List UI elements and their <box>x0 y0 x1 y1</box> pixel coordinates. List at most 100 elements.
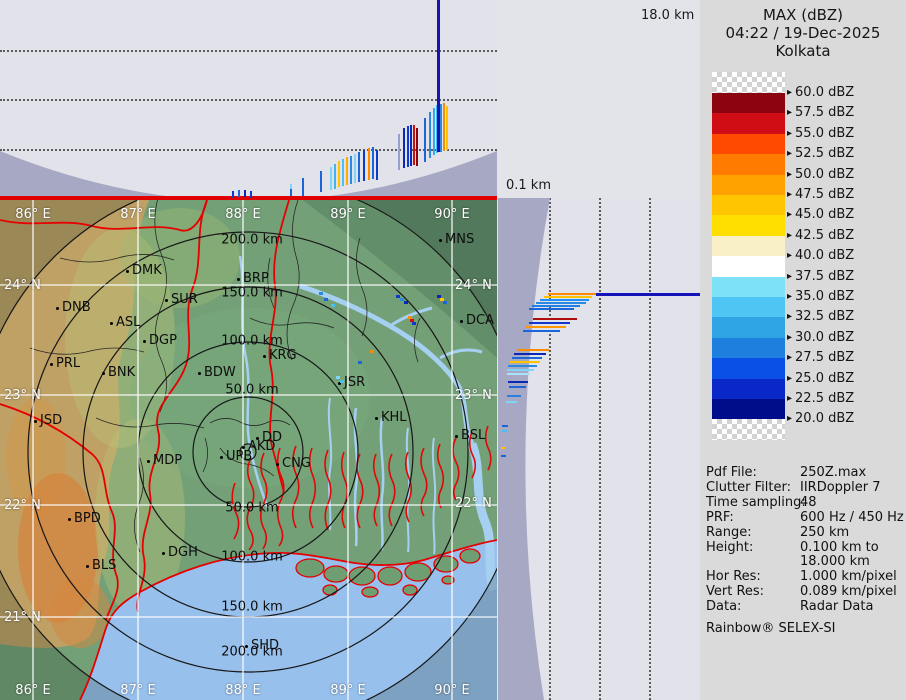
height-gridline <box>0 99 497 101</box>
legend-tick: ▸47.5 dBZ <box>787 187 854 202</box>
earth-curvature-wedge <box>498 198 700 700</box>
echo-column <box>410 125 412 166</box>
info-label: Hor Res: <box>706 570 800 585</box>
radar-map <box>0 198 497 700</box>
legend-tick: ▸45.0 dBZ <box>787 207 854 222</box>
tick-arrow-icon: ▸ <box>787 250 792 261</box>
title-block: MAX (dBZ) 04:22 / 19-Dec-2025 Kolkata <box>700 6 906 60</box>
echo-column <box>443 103 445 151</box>
tick-label: 45.0 dBZ <box>795 207 854 222</box>
radar-product-screen: 18.0 km 0.1 km <box>0 0 906 700</box>
side-height-axis-label: 0.1 km <box>506 178 551 193</box>
echo-row <box>529 322 570 324</box>
echo-row <box>544 296 592 298</box>
info-label: Time sampling: <box>706 496 800 511</box>
legend-tick: ▸42.5 dBZ <box>787 228 854 243</box>
echo-row <box>502 430 507 432</box>
echo-column <box>446 106 448 150</box>
top-cross-section-panel <box>0 0 497 198</box>
echo-row <box>508 365 537 367</box>
legend-tick: ▸50.0 dBZ <box>787 167 854 182</box>
echo-row <box>507 369 534 371</box>
echo-column <box>368 148 370 180</box>
product-datetime: 04:22 / 19-Dec-2025 <box>700 24 906 42</box>
echo-column <box>302 178 304 196</box>
max-echo-top-column <box>437 0 440 152</box>
info-value: 18.000 km <box>800 554 870 569</box>
info-value: 1.000 km/pixel <box>800 569 897 584</box>
info-value: IIRDoppler 7 <box>800 480 881 495</box>
legend-band <box>712 317 785 337</box>
tick-label: 47.5 dBZ <box>795 187 854 202</box>
legend-band <box>712 419 785 440</box>
tick-arrow-icon: ▸ <box>787 230 792 241</box>
legend-tick: ▸57.5 dBZ <box>787 105 854 120</box>
echo-column <box>342 159 344 186</box>
echo-row <box>533 318 577 320</box>
top-height-axis-label: 18.0 km <box>641 8 694 23</box>
tick-arrow-icon: ▸ <box>787 128 792 139</box>
echo-row <box>502 425 508 427</box>
info-value: 250Z.max <box>800 465 866 480</box>
legend-band <box>712 399 785 419</box>
legend-tick: ▸35.0 dBZ <box>787 289 854 304</box>
tick-arrow-icon: ▸ <box>787 107 792 118</box>
info-row: Clutter Filter:IIRDoppler 7 <box>706 481 904 496</box>
info-value: 0.089 km/pixel <box>800 584 897 599</box>
info-row: Vert Res:0.089 km/pixel <box>706 585 904 600</box>
echo-column <box>398 134 400 170</box>
echo-column <box>416 128 418 166</box>
tick-label: 57.5 dBZ <box>795 105 854 120</box>
tick-label: 35.0 dBZ <box>795 289 854 304</box>
echo-column <box>403 128 405 168</box>
height-gridline <box>0 149 497 151</box>
info-value: Radar Data <box>800 599 873 614</box>
legend-tick: ▸60.0 dBZ <box>787 85 854 100</box>
product-title: MAX (dBZ) <box>700 6 906 24</box>
echo-row <box>507 373 530 375</box>
station-name: Kolkata <box>700 42 906 60</box>
legend-band <box>712 195 785 215</box>
echo-column <box>413 125 415 165</box>
legend-tick: ▸20.0 dBZ <box>787 411 854 426</box>
tick-arrow-icon: ▸ <box>787 373 792 384</box>
echo-row <box>506 401 517 403</box>
echo-row <box>517 349 549 351</box>
echo-row <box>509 386 526 388</box>
echo-row <box>512 357 542 359</box>
info-label: Vert Res: <box>706 585 800 600</box>
tick-label: 27.5 dBZ <box>795 350 854 365</box>
legend-tick: ▸30.0 dBZ <box>787 330 854 345</box>
echo-row <box>532 305 580 307</box>
echo-column <box>440 104 442 152</box>
legend-band <box>712 256 785 276</box>
tick-label: 50.0 dBZ <box>795 167 854 182</box>
echo-column <box>358 152 360 182</box>
legend-tick: ▸37.5 dBZ <box>787 269 854 284</box>
echo-column <box>407 126 409 167</box>
info-rows: Pdf File:250Z.maxClutter Filter:IIRDoppl… <box>706 466 904 615</box>
tick-arrow-icon: ▸ <box>787 311 792 322</box>
echo-row <box>540 299 589 301</box>
echo-column <box>429 112 431 158</box>
info-label: Height: <box>706 541 800 556</box>
base-map-art <box>0 198 497 700</box>
echo-row <box>510 361 540 363</box>
info-label: Range: <box>706 526 800 541</box>
echo-column <box>350 156 352 184</box>
tick-arrow-icon: ▸ <box>787 393 792 404</box>
echo-column <box>330 167 332 190</box>
info-row: Time sampling:48 <box>706 496 904 511</box>
tick-label: 22.5 dBZ <box>795 391 854 406</box>
legend-band <box>712 134 785 154</box>
tick-label: 42.5 dBZ <box>795 228 854 243</box>
legend-tick: ▸27.5 dBZ <box>787 350 854 365</box>
echo-column <box>334 164 336 189</box>
tick-label: 32.5 dBZ <box>795 309 854 324</box>
legend-band <box>712 175 785 195</box>
echo-row <box>508 381 528 383</box>
legend-band <box>712 236 785 256</box>
tick-arrow-icon: ▸ <box>787 148 792 159</box>
echo-column <box>338 161 340 187</box>
tick-label: 40.0 dBZ <box>795 248 854 263</box>
